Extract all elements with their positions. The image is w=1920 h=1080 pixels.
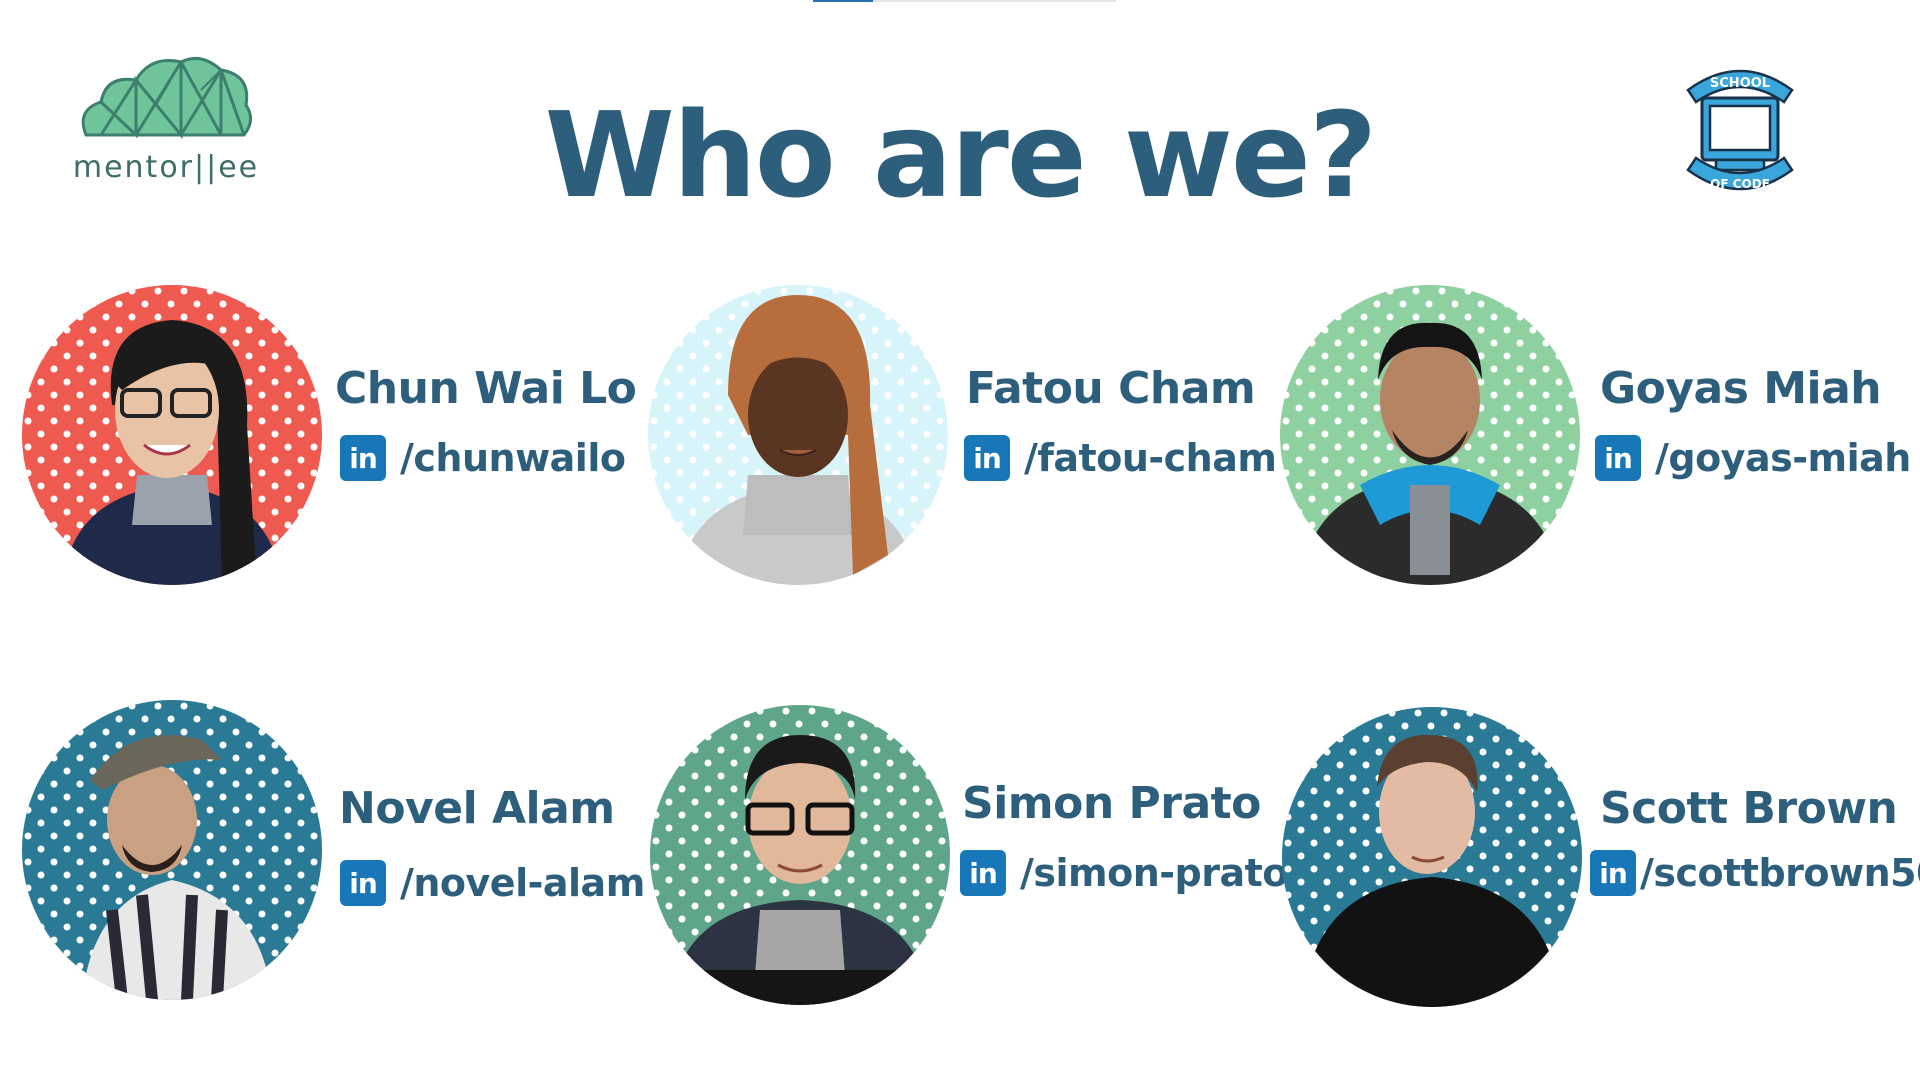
avatar [1282,707,1582,1007]
member-name: Goyas Miah [1600,363,1882,414]
linkedin-handle: /fatou-cham [1024,436,1277,480]
logo-right-text-bottom: OF CODE [1710,177,1770,191]
logo-right-text-top: SCHOOL [1710,76,1770,91]
person-photo [1300,322,1560,585]
person-photo [82,735,272,1000]
cloud-logo-icon [81,56,252,140]
person-photo [650,735,950,1005]
linkedin-handle: /scottbrown500 [1640,851,1920,895]
school-of-code-logo: SCHOOL OF CODE [1680,60,1800,200]
computer-logo-icon: SCHOOL OF CODE [1686,69,1794,191]
top-progress-accent [813,0,873,2]
person-photo [62,320,282,585]
linkedin-icon: in [340,435,386,481]
linkedin-icon: in [964,435,1010,481]
linkedin-icon: in [1590,850,1636,896]
linkedin-icon: in [960,850,1006,896]
member-name: Novel Alam [339,783,615,834]
linkedin-icon: in [340,860,386,906]
person-photo [1302,734,1562,1007]
logo-left-text: mentor||ee [72,150,260,185]
linkedin-icon: in [1595,435,1641,481]
page-title: Who are we? [544,86,1378,224]
linkedin-handle: /goyas-miah [1655,436,1911,480]
linkedin-handle: /chunwailo [400,436,626,480]
avatar [650,705,950,1005]
linkedin-link[interactable]: in /simon-prato [960,850,1288,896]
linkedin-link[interactable]: in /goyas-miah [1595,435,1911,481]
avatar [1280,285,1580,585]
linkedin-link[interactable]: in /fatou-cham [964,435,1277,481]
member-name: Fatou Cham [966,363,1256,414]
linkedin-link[interactable]: in /chunwailo [340,435,626,481]
avatar [22,285,322,585]
avatar [22,700,322,1000]
top-progress-bar [813,0,1116,2]
member-name: Simon Prato [962,778,1261,829]
person-photo [678,295,918,585]
member-name: Scott Brown [1600,783,1898,834]
mentorlee-logo: mentor||ee [66,50,266,190]
linkedin-handle: /novel-alam [400,861,645,905]
linkedin-link[interactable]: in /novel-alam [340,860,645,906]
member-name: Chun Wai Lo [335,363,637,414]
linkedin-link[interactable]: in /scottbrown500 [1590,850,1920,896]
linkedin-handle: /simon-prato [1020,851,1288,895]
avatar [648,285,948,585]
